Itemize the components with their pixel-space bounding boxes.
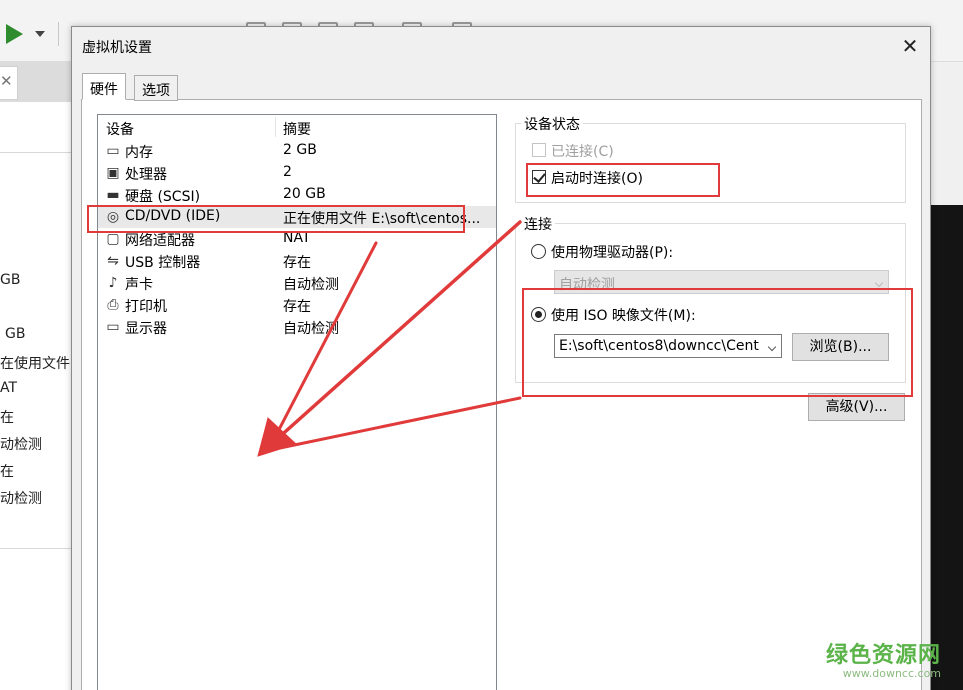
background-value: 在使用文件 xyxy=(0,356,70,372)
watermark-url: www.downcc.com xyxy=(842,667,942,680)
connection-title: 连接 xyxy=(521,214,555,234)
display-icon: ▭ xyxy=(106,319,120,335)
background-value: 在 xyxy=(0,410,14,426)
background-value: AT xyxy=(0,380,18,396)
annotation-box-iso-image xyxy=(522,288,913,397)
harddisk-icon: ▬ xyxy=(106,187,120,203)
toolbar-separator xyxy=(58,22,59,46)
background-value: GB xyxy=(0,272,21,288)
connected-checkbox xyxy=(532,143,546,157)
device-name: 硬盘 (SCSI) xyxy=(125,189,201,205)
background-value: 动检测 xyxy=(0,437,42,453)
device-summary: 自动检测 xyxy=(283,321,339,337)
play-icon[interactable] xyxy=(6,24,23,44)
column-header-device[interactable]: 设备 xyxy=(106,119,134,139)
dialog-title: 虚拟机设置 xyxy=(82,40,152,56)
processor-icon: ▣ xyxy=(106,165,120,181)
device-name: 网络适配器 xyxy=(125,233,195,249)
background-value: GB xyxy=(5,326,26,342)
network-adapter-icon: ▢ xyxy=(106,231,120,247)
vm-screen-preview xyxy=(930,205,963,690)
device-name: 显示器 xyxy=(125,321,167,337)
device-summary: 存在 xyxy=(283,299,311,315)
column-divider[interactable] xyxy=(275,117,276,137)
watermark-title: 绿色资源网 xyxy=(826,643,942,668)
physical-drive-radio[interactable] xyxy=(531,244,546,259)
device-name: USB 控制器 xyxy=(125,255,201,271)
annotation-box-connect-at-power-on xyxy=(526,163,720,197)
background-summary-panel xyxy=(0,102,72,690)
device-row-usb-controller[interactable]: ⇋ USB 控制器 存在 xyxy=(98,250,496,272)
device-row-harddisk[interactable]: ▬ 硬盘 (SCSI) 20 GB xyxy=(98,184,496,206)
connected-label: 已连接(C) xyxy=(551,144,614,160)
memory-icon: ▭ xyxy=(106,143,120,159)
annotation-box-cd-dvd-row xyxy=(87,205,465,233)
list-header: 设备 摘要 xyxy=(98,115,496,139)
divider xyxy=(0,152,72,153)
device-name: 声卡 xyxy=(125,277,153,293)
device-row-display[interactable]: ▭ 显示器 自动检测 xyxy=(98,316,496,338)
column-header-summary[interactable]: 摘要 xyxy=(283,119,311,139)
background-value: 在 xyxy=(0,464,14,480)
chevron-down-icon[interactable] xyxy=(35,31,45,37)
close-icon[interactable]: ✕ xyxy=(0,72,13,90)
device-summary: 存在 xyxy=(283,255,311,271)
chevron-down-icon xyxy=(874,278,884,288)
watermark: 绿色资源网 www.downcc.com xyxy=(826,637,941,680)
device-name: 处理器 xyxy=(125,167,167,183)
device-summary: 自动检测 xyxy=(283,277,339,293)
device-name: 打印机 xyxy=(125,299,167,315)
tab-options[interactable]: 选项 xyxy=(134,75,178,101)
sound-card-icon: ♪ xyxy=(108,275,118,291)
divider xyxy=(0,548,72,549)
advanced-button[interactable]: 高级(V)... xyxy=(808,393,905,421)
close-button[interactable]: ✕ xyxy=(898,35,922,59)
device-list[interactable]: 设备 摘要 ▭ 内存 2 GB ▣ 处理器 2 ▬ 硬盘 (SCSI) 20 G… xyxy=(97,114,497,690)
device-row-memory[interactable]: ▭ 内存 2 GB xyxy=(98,140,496,162)
physical-drive-label[interactable]: 使用物理驱动器(P): xyxy=(551,242,673,262)
device-status-title: 设备状态 xyxy=(521,114,583,134)
printer-icon: ⎙ xyxy=(107,297,119,313)
device-name: 内存 xyxy=(125,145,153,161)
device-row-sound-card[interactable]: ♪ 声卡 自动检测 xyxy=(98,272,496,294)
device-summary: 2 xyxy=(283,164,292,180)
device-row-printer[interactable]: ⎙ 打印机 存在 xyxy=(98,294,496,316)
device-summary: 20 GB xyxy=(283,186,326,202)
usb-icon: ⇋ xyxy=(107,253,119,269)
device-row-processor[interactable]: ▣ 处理器 2 xyxy=(98,162,496,184)
tab-hardware[interactable]: 硬件 xyxy=(82,73,126,100)
background-value: 动检测 xyxy=(0,491,42,507)
device-summary: 2 GB xyxy=(283,142,317,158)
